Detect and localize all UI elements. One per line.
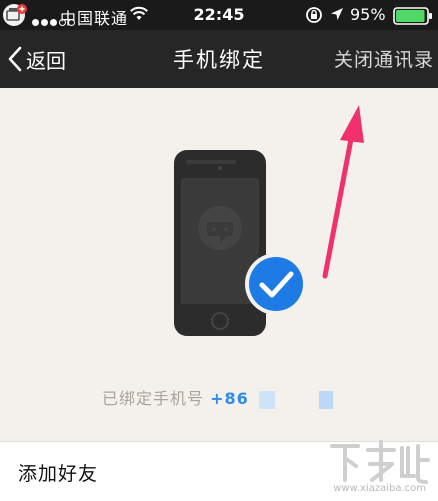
app-logo-icon	[198, 206, 242, 250]
battery-percentage: 95%	[350, 5, 386, 24]
pointer-arrow-icon	[322, 105, 364, 279]
watermark: www.xiazaiba.com	[328, 436, 432, 494]
watermark-site: www.xiazaiba.com	[333, 483, 426, 494]
masked-number	[249, 390, 341, 409]
phone-prefix: +86	[210, 389, 249, 408]
location-icon	[331, 8, 343, 20]
close-contacts-button[interactable]: 关闭通讯录	[334, 45, 434, 72]
bound-label: 已绑定手机号	[102, 389, 205, 408]
check-badge-icon	[245, 253, 307, 315]
rotation-lock-icon	[306, 7, 322, 23]
watermark-logo	[330, 440, 430, 484]
add-friends-label: 添加好友	[18, 463, 99, 485]
bound-phone-number: 已绑定手机号 +86	[102, 385, 341, 409]
status-bar: 中国联通 22:45 95%	[0, 0, 438, 30]
navigation-bar: 返回 手机绑定 关闭通讯录	[0, 30, 438, 88]
battery-icon	[393, 7, 432, 25]
